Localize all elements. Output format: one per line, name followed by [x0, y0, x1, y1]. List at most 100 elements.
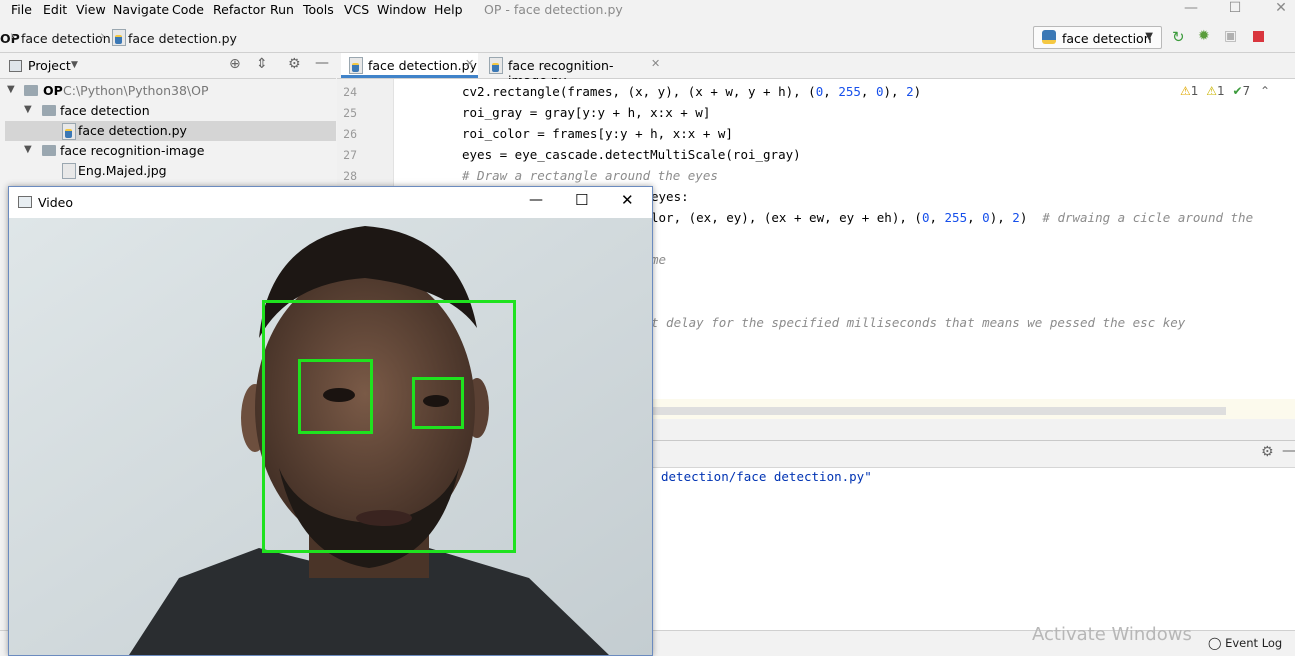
- menu-file[interactable]: File: [11, 2, 32, 17]
- hide-panel-icon[interactable]: —: [315, 55, 329, 71]
- minimize-icon[interactable]: —: [1176, 0, 1206, 18]
- menu-run[interactable]: Run: [270, 2, 294, 17]
- close-icon[interactable]: ✕: [1266, 0, 1295, 18]
- tab-face-recognition-image-py[interactable]: face recognition-image.py ✕: [481, 53, 666, 88]
- line-number: 27: [343, 148, 357, 162]
- typo-count: 7: [1242, 84, 1251, 98]
- close-icon[interactable]: ✕: [621, 191, 634, 209]
- breadcrumb-separator-icon: ›: [10, 29, 16, 44]
- video-window-title: Video: [38, 195, 74, 210]
- tree-item-face-detection[interactable]: ▼ face detection: [0, 101, 336, 121]
- window-title: OP - face detection.py: [484, 2, 623, 17]
- menu-navigate[interactable]: Navigate: [113, 2, 169, 17]
- tree-item-label: OP: [43, 83, 63, 98]
- warning-icon: ⚠: [1180, 84, 1191, 98]
- line-number: 24: [343, 85, 357, 99]
- folder-icon: [42, 105, 56, 116]
- line-number: 26: [343, 127, 357, 141]
- maximize-icon[interactable]: ☐: [1220, 0, 1250, 18]
- tab-label: face detection.py: [368, 58, 477, 73]
- code-line-35: t delay for the specified milliseconds t…: [651, 315, 1186, 330]
- python-icon: [1042, 30, 1056, 44]
- tree-item-label: face detection.py: [78, 123, 187, 138]
- menu-window[interactable]: Window: [377, 2, 426, 17]
- tree-item-face-detection-py[interactable]: face detection.py: [5, 121, 336, 141]
- python-file-icon: [112, 29, 126, 46]
- inspection-widget[interactable]: ⚠1 ⚠1 ✔7 ⌃: [1180, 84, 1270, 98]
- breadcrumb-file[interactable]: face detection.py: [128, 31, 237, 46]
- line-number: 25: [343, 106, 357, 120]
- coverage-icon[interactable]: ▣: [1224, 28, 1237, 44]
- event-log-icon: ◯: [1208, 636, 1222, 650]
- folder-icon: [42, 145, 56, 156]
- tree-item-eng-majed-jpg[interactable]: Eng.Majed.jpg: [0, 161, 336, 181]
- run-configuration-label: face detection: [1062, 31, 1152, 46]
- close-tab-icon[interactable]: ✕: [465, 57, 474, 70]
- minimize-icon[interactable]: —: [529, 192, 543, 208]
- maximize-icon[interactable]: ☐: [575, 191, 588, 209]
- gear-icon[interactable]: ⚙: [1261, 444, 1274, 460]
- horizontal-scrollbar[interactable]: [648, 407, 1226, 415]
- video-titlebar[interactable]: Video — ☐ ✕: [9, 187, 652, 217]
- breadcrumb-folder[interactable]: face detection: [21, 31, 111, 46]
- folder-icon: [24, 85, 38, 96]
- chevron-up-icon[interactable]: ⌃: [1260, 84, 1270, 98]
- python-file-icon: [349, 57, 363, 74]
- breadcrumb-separator-icon: ›: [100, 29, 106, 44]
- collapse-all-icon[interactable]: ⇕: [256, 56, 268, 72]
- tree-item-path: C:\Python\Python38\OP: [63, 83, 209, 98]
- tree-item-label: Eng.Majed.jpg: [78, 163, 167, 178]
- debug-icon[interactable]: ✹: [1198, 28, 1210, 44]
- tab-face-detection-py[interactable]: face detection.py ✕: [341, 53, 478, 78]
- python-file-icon: [62, 123, 76, 140]
- chevron-down-icon: ▼: [7, 84, 15, 95]
- code-line-29: eyes:: [651, 189, 689, 204]
- tree-item-root[interactable]: ▼ OP C:\Python\Python38\OP: [0, 81, 336, 101]
- locate-icon[interactable]: ⊕: [229, 56, 241, 72]
- code-line-28: # Draw a rectangle around the eyes: [462, 168, 718, 183]
- code-line-25: roi_gray = gray[y:y + h, x:x + w]: [462, 105, 711, 120]
- gear-icon[interactable]: ⚙: [288, 56, 301, 72]
- navigation-bar: OP › face detection › face detection.py …: [0, 23, 1295, 53]
- line-number: 28: [343, 169, 357, 183]
- console-output: detection/face detection.py": [661, 469, 872, 484]
- menu-tools[interactable]: Tools: [303, 2, 334, 17]
- weak-warning-icon: ⚠: [1206, 84, 1217, 98]
- stop-icon[interactable]: [1253, 31, 1264, 42]
- menu-code[interactable]: Code: [172, 2, 204, 17]
- eye-detection-box-right: [412, 377, 464, 429]
- hide-panel-icon[interactable]: —: [1282, 443, 1295, 459]
- chevron-down-icon: ▼: [24, 144, 32, 155]
- image-file-icon: [62, 163, 76, 179]
- event-log-button[interactable]: ◯ Event Log: [1208, 636, 1282, 650]
- code-line-30: lor, (ex, ey), (ex + ew, ey + eh), (0, 2…: [651, 210, 1254, 225]
- typo-check-icon: ✔: [1232, 84, 1243, 98]
- chevron-down-icon[interactable]: ▼: [71, 60, 78, 70]
- close-tab-icon[interactable]: ✕: [651, 57, 660, 70]
- tree-item-label: face detection: [60, 103, 150, 118]
- event-log-label: Event Log: [1225, 636, 1283, 650]
- project-panel-title[interactable]: Project: [28, 58, 71, 73]
- python-file-icon: [489, 57, 503, 74]
- editor-tabs: face detection.py ✕ face recognition-ima…: [337, 53, 1295, 88]
- tree-item-face-recognition-image[interactable]: ▼ face recognition-image: [0, 141, 336, 161]
- run-configuration-select[interactable]: face detection ▼: [1033, 26, 1162, 49]
- menu-vcs[interactable]: VCS: [344, 2, 369, 17]
- menu-help[interactable]: Help: [434, 2, 463, 17]
- menu-edit[interactable]: Edit: [43, 2, 67, 17]
- weak-warning-count: 1: [1217, 84, 1225, 98]
- project-panel-header: Project ▼ ⊕ ⇕ ⚙ —: [0, 53, 336, 79]
- menu-bar: File Edit View Navigate Code Refactor Ru…: [0, 0, 1295, 21]
- code-line-32: me: [651, 252, 667, 267]
- menu-refactor[interactable]: Refactor: [213, 2, 265, 17]
- video-frame: [9, 218, 652, 655]
- app-icon: [18, 196, 32, 208]
- rerun-icon[interactable]: ↻: [1172, 28, 1185, 46]
- video-window[interactable]: Video — ☐ ✕: [8, 186, 653, 656]
- eye-detection-box-left: [298, 359, 373, 434]
- menu-view[interactable]: View: [76, 2, 106, 17]
- code-line-26: roi_color = frames[y:y + h, x:x + w]: [462, 126, 733, 141]
- chevron-down-icon: ▼: [24, 104, 32, 115]
- code-line-24: cv2.rectangle(frames, (x, y), (x + w, y …: [462, 84, 922, 99]
- activate-windows-watermark: Activate Windows: [1032, 624, 1192, 645]
